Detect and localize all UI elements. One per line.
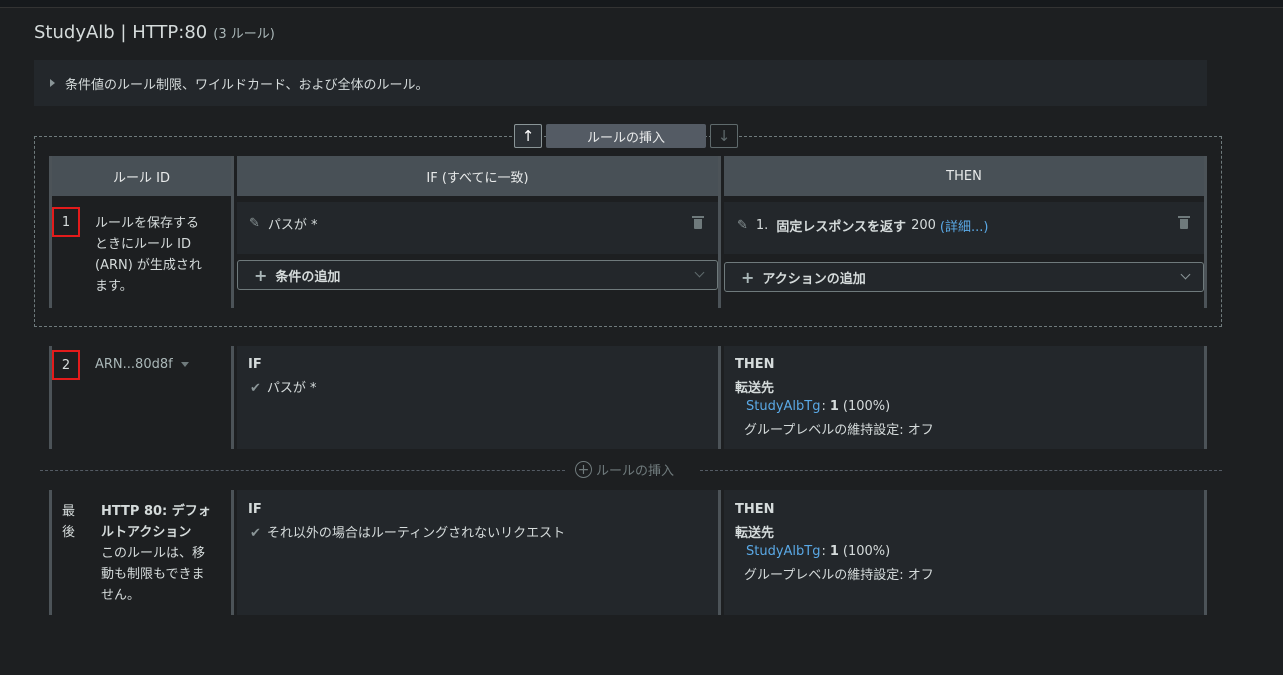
- rule-2-target: StudyAlbTg: 1 (100%): [746, 399, 890, 414]
- action-index: 1.: [755, 218, 769, 233]
- trash-icon[interactable]: [1178, 216, 1190, 230]
- rule-last-target: StudyAlbTg: 1 (100%): [746, 544, 890, 559]
- insert-rule-button[interactable]: ルールの挿入: [546, 124, 706, 148]
- check-icon: ✔: [250, 526, 261, 541]
- desc-line: ときにルール ID: [95, 237, 191, 252]
- title-line: HTTP 80: デフォ: [101, 504, 211, 519]
- rule-last-forward-label: 転送先: [735, 526, 775, 541]
- title-line: ルトアクション: [101, 525, 192, 540]
- divider: [231, 156, 234, 308]
- target-percent: (100%): [842, 399, 891, 414]
- rule-last-if-cell: [237, 490, 718, 615]
- desc-line: ルールを保存する: [95, 216, 200, 231]
- target-group-link[interactable]: StudyAlbTg: [746, 544, 820, 559]
- condition-text: パスが *: [266, 381, 317, 396]
- target-sep: :: [821, 544, 826, 559]
- target-group-link[interactable]: StudyAlbTg: [746, 399, 820, 414]
- trash-icon[interactable]: [692, 216, 704, 230]
- action-type: 固定レスポンスを返す: [776, 220, 907, 235]
- rule-2-if-cell: [237, 346, 718, 449]
- rule-last-condition: ✔ それ以外の場合はルーティングされないリクエスト: [250, 522, 565, 541]
- condition-text: パスが *: [267, 218, 318, 233]
- listener-title: StudyAlb | HTTP:80: [34, 22, 208, 43]
- plus-circle-icon: +: [575, 461, 592, 478]
- divider: [231, 346, 234, 449]
- rule-2-arn-dropdown[interactable]: ARN...80d8f: [95, 357, 189, 372]
- divider: [718, 156, 721, 308]
- rule-last-then-label: THEN: [735, 502, 775, 517]
- caret-right-icon: [50, 79, 55, 87]
- rule-2-then-label: THEN: [735, 357, 775, 372]
- divider: [718, 490, 721, 615]
- rule-1-condition[interactable]: ✎ パスが *: [249, 214, 318, 233]
- rule-last-description: HTTP 80: デフォ ルトアクション このルールは、移 動も制限もできま せ…: [101, 501, 226, 606]
- action-details-link[interactable]: (詳細...): [940, 216, 989, 235]
- desc-line: ます。: [95, 279, 133, 294]
- divider: [1204, 346, 1207, 449]
- check-icon: ✔: [250, 381, 261, 396]
- separator: [40, 470, 565, 471]
- divider: [231, 490, 234, 615]
- plus-icon: +: [741, 267, 755, 287]
- arrow-down-icon: ↓: [717, 127, 731, 145]
- top-bar: [0, 0, 1283, 8]
- rule-2-condition: ✔ パスが *: [250, 377, 317, 396]
- divider: [718, 346, 721, 449]
- rule-last-stickiness: グループレベルの維持設定: オフ: [744, 568, 934, 583]
- rule-2-arn: ARN...80d8f: [95, 357, 173, 372]
- rule-count: (3 ルール): [213, 27, 275, 42]
- desc-line: せん。: [101, 588, 141, 603]
- action-status-code: 200: [911, 218, 936, 233]
- rule-2-if-label: IF: [248, 357, 262, 372]
- add-action-label: アクションの追加: [762, 271, 866, 287]
- insert-rule-label: ルールの挿入: [596, 464, 675, 479]
- column-header-if: IF (すべてに一致): [237, 156, 718, 196]
- caret-down-icon: [180, 362, 189, 367]
- desc-line: (ARN) が生成され: [95, 258, 202, 273]
- rule-1-description: ルールを保存する ときにルール ID (ARN) が生成され ます。: [95, 213, 215, 297]
- desc-line: このルールは、移: [101, 546, 206, 561]
- number-line: 最: [62, 504, 76, 519]
- chevron-down-icon: [694, 267, 705, 278]
- separator: [700, 470, 1222, 471]
- chevron-down-icon: [1180, 269, 1191, 280]
- info-text: 条件値のルール制限、ワイルドカード、および全体のルール。: [65, 77, 429, 93]
- rule-number-1: 1: [52, 207, 80, 237]
- rule-1-action[interactable]: ✎ 1. 固定レスポンスを返す 200 (詳細...): [737, 216, 988, 235]
- target-sep: :: [821, 399, 826, 414]
- rule-2-forward-label: 転送先: [735, 381, 775, 396]
- move-up-button[interactable]: ↑: [514, 124, 542, 148]
- plus-icon: +: [254, 265, 268, 285]
- rule-last-if-label: IF: [248, 502, 262, 517]
- pencil-icon: ✎: [737, 218, 748, 233]
- target-weight: 1: [829, 544, 839, 559]
- divider: [1204, 156, 1207, 308]
- divider: [1204, 490, 1207, 615]
- rule-2-stickiness: グループレベルの維持設定: オフ: [744, 423, 934, 438]
- target-percent: (100%): [842, 544, 891, 559]
- target-weight: 1: [829, 399, 839, 414]
- add-condition-button[interactable]: + 条件の追加: [237, 260, 718, 290]
- insert-toolbar: ↑ ルールの挿入 ↓: [514, 124, 738, 148]
- pencil-icon: ✎: [249, 216, 260, 231]
- rule-last-number: 最 後: [62, 501, 75, 543]
- add-condition-label: 条件の追加: [275, 269, 341, 285]
- condition-text: それ以外の場合はルーティングされないリクエスト: [266, 526, 566, 541]
- column-header-then: THEN: [724, 156, 1204, 196]
- arrow-up-icon: ↑: [521, 127, 535, 145]
- add-action-button[interactable]: + アクションの追加: [724, 262, 1204, 292]
- number-line: 後: [62, 525, 76, 540]
- divider: [49, 490, 52, 615]
- info-expander[interactable]: 条件値のルール制限、ワイルドカード、および全体のルール。: [34, 60, 1207, 106]
- insert-rule-link[interactable]: + ルールの挿入: [575, 460, 674, 479]
- desc-line: 動も制限もできま: [101, 567, 205, 582]
- move-down-button[interactable]: ↓: [710, 124, 738, 148]
- page-title: StudyAlb | HTTP:80 (3 ルール): [34, 22, 275, 43]
- rule-number-2: 2: [52, 350, 80, 380]
- column-header-rule-id: ルール ID: [52, 156, 231, 196]
